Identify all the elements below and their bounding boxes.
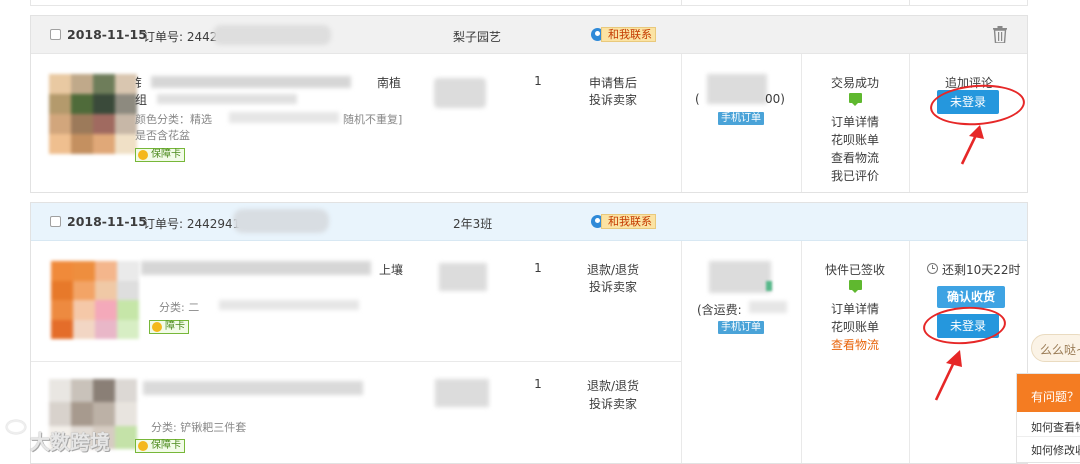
arrow-up-icon bbox=[960, 125, 984, 165]
mobile-order-badge: 手机订单 bbox=[718, 321, 764, 334]
help-item[interactable]: 如何查看物 bbox=[1031, 419, 1080, 435]
reviewed-link[interactable]: 我已评价 bbox=[809, 167, 901, 184]
complain-seller-link[interactable]: 投诉卖家 bbox=[583, 91, 643, 108]
redacted-sku bbox=[229, 112, 339, 123]
chat-bubble[interactable]: 么么哒~ bbox=[1031, 334, 1080, 362]
message-icon[interactable] bbox=[849, 280, 862, 293]
guarantee-card-badge[interactable]: 障卡 bbox=[149, 320, 189, 334]
trash-icon[interactable] bbox=[993, 26, 1007, 43]
view-logistics-link[interactable]: 查看物流 bbox=[809, 149, 901, 166]
guarantee-card-badge[interactable]: 保障卡 bbox=[135, 148, 185, 162]
redacted-sku bbox=[219, 300, 359, 310]
receipt-countdown: 还剩10天22时 bbox=[942, 263, 1021, 277]
order-number: 订单号: 2442941 bbox=[143, 217, 241, 231]
column-divider bbox=[909, 54, 910, 192]
order-detail-link[interactable]: 订单详情 bbox=[809, 300, 901, 317]
refund-return-link[interactable]: 退款/退货 bbox=[583, 377, 643, 394]
product-thumbnail[interactable] bbox=[51, 261, 139, 339]
order-checkbox[interactable] bbox=[50, 29, 61, 40]
product-thumbnail[interactable] bbox=[49, 74, 137, 154]
huabei-bill-link[interactable]: 花呗账单 bbox=[809, 131, 901, 148]
item-divider bbox=[31, 361, 681, 362]
product-title[interactable]: 钅 bbox=[135, 74, 147, 91]
complain-seller-link[interactable]: 投诉卖家 bbox=[583, 395, 643, 412]
contact-label: 和我联系 bbox=[601, 214, 656, 229]
order-checkbox[interactable] bbox=[50, 216, 61, 227]
price-note: (含运费: bbox=[697, 303, 742, 317]
order-status: 交易成功 bbox=[830, 76, 879, 90]
mobile-order-badge: 手机订单 bbox=[718, 112, 764, 125]
order-header: 2018-11-15 订单号: 2442 梨子园艺 和我联系 bbox=[31, 16, 1027, 54]
view-logistics-link[interactable]: 查看物流 bbox=[809, 336, 901, 353]
guarantee-card-badge[interactable]: 保障卡 bbox=[135, 439, 185, 453]
complain-seller-link[interactable]: 投诉卖家 bbox=[583, 278, 643, 295]
product-sku-line2: 是否含花盆 bbox=[135, 129, 190, 142]
redacted-title bbox=[141, 261, 371, 275]
product-sku: 分类: 铲锹耙三件套 bbox=[151, 421, 247, 434]
redacted-title bbox=[151, 76, 351, 88]
quantity: 1 bbox=[534, 261, 542, 275]
after-sale-link[interactable]: 申请售后 bbox=[583, 74, 643, 91]
redacted-total bbox=[707, 74, 767, 104]
redacted-title bbox=[157, 94, 297, 104]
arrow-up-icon bbox=[934, 350, 962, 401]
help-item[interactable]: 如何修改收 bbox=[1031, 442, 1080, 458]
column-divider bbox=[909, 241, 910, 463]
column-divider bbox=[801, 241, 802, 463]
column-divider bbox=[801, 54, 802, 192]
order-detail-link[interactable]: 订单详情 bbox=[809, 113, 901, 130]
watermark-logo-icon bbox=[6, 420, 26, 434]
help-divider bbox=[1017, 436, 1080, 437]
price-suffix: 00) bbox=[765, 92, 785, 106]
message-icon[interactable] bbox=[849, 93, 862, 106]
redacted-order-number bbox=[213, 25, 331, 45]
redacted-price bbox=[434, 78, 486, 108]
order-status: 快件已签收 bbox=[824, 263, 885, 277]
clock-icon bbox=[927, 263, 938, 274]
product-title-end: 上壤 bbox=[379, 263, 404, 277]
order-card: 2018-11-15 订单号: 2442941 2年3班 和我联系 上壤 分类:… bbox=[30, 202, 1028, 464]
shop-name[interactable]: 梨子园艺 bbox=[453, 28, 501, 45]
column-divider bbox=[681, 54, 682, 192]
product-title-line2: 组 bbox=[135, 93, 148, 107]
order-header: 2018-11-15 订单号: 2442941 2年3班 和我联系 bbox=[31, 203, 1027, 241]
redacted-price bbox=[439, 263, 487, 291]
previous-order-divider bbox=[681, 0, 682, 6]
refund-return-link[interactable]: 退款/退货 bbox=[583, 261, 643, 278]
order-date: 2018-11-15 bbox=[67, 214, 147, 229]
product-sku: 分类: 二 bbox=[159, 301, 200, 314]
column-divider bbox=[681, 241, 682, 463]
product-sku-end: 随机不重复] bbox=[343, 113, 403, 126]
redacted-total-accent bbox=[766, 281, 772, 291]
product-sku: 颜色分类：精选 bbox=[135, 113, 212, 126]
help-title[interactable]: 有问题？ bbox=[1017, 374, 1080, 412]
contact-label: 和我联系 bbox=[601, 27, 656, 42]
redacted-shipping bbox=[749, 301, 787, 313]
shop-name[interactable]: 2年3班 bbox=[453, 215, 492, 232]
product-title-end: 南植 bbox=[377, 76, 402, 90]
previous-order-divider bbox=[909, 0, 910, 6]
redacted-title bbox=[143, 381, 363, 395]
price-prefix: ( bbox=[695, 92, 700, 106]
redacted-price bbox=[435, 379, 489, 407]
redacted-total bbox=[709, 261, 771, 293]
watermark-text: 大数跨境 bbox=[30, 430, 110, 454]
order-card: 2018-11-15 订单号: 2442 梨子园艺 和我联系 钅 南植 组 颜色 bbox=[30, 15, 1028, 193]
help-panel: 有问题？ 如何查看物 如何修改收 bbox=[1016, 373, 1080, 463]
redacted-order-number bbox=[233, 209, 329, 233]
quantity: 1 bbox=[534, 74, 542, 88]
previous-order-edge bbox=[30, 0, 1028, 6]
huabei-bill-link[interactable]: 花呗账单 bbox=[809, 318, 901, 335]
order-date: 2018-11-15 bbox=[67, 27, 147, 42]
confirm-receipt-button[interactable]: 确认收货 bbox=[937, 286, 1005, 308]
quantity: 1 bbox=[534, 377, 542, 391]
order-number: 订单号: 2442 bbox=[143, 30, 218, 44]
